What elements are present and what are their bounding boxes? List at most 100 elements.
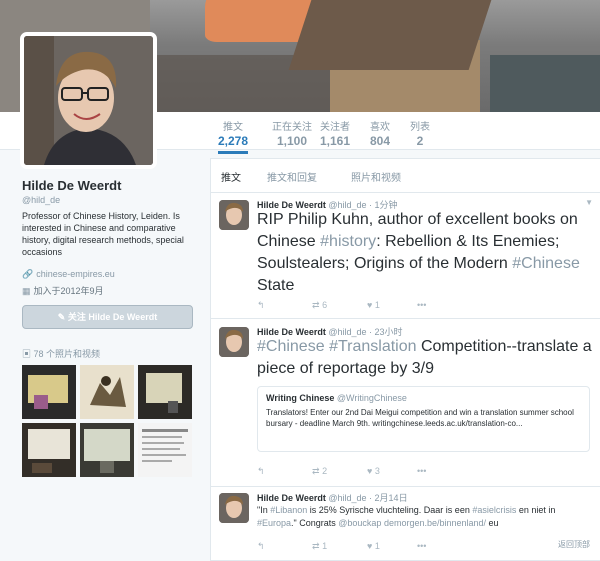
like-count: 1 [374, 541, 380, 551]
tweet-handle: @hild_de [328, 493, 367, 503]
url-link[interactable]: demorgen.be/binnenland/ [384, 518, 486, 528]
thumbnail-image [22, 365, 76, 419]
card-header: Writing Chinese @WritingChinese [266, 393, 581, 403]
heart-icon: ♥ [367, 541, 373, 551]
more-icon[interactable]: ••• [417, 466, 426, 476]
more-icon[interactable]: ••• [417, 541, 426, 551]
tweet-avatar[interactable] [219, 493, 249, 523]
stat-followers[interactable]: 关注者 1,161 [320, 118, 350, 148]
tweet-time[interactable]: 2月14日 [375, 493, 408, 503]
tweet-author[interactable]: Hilde De Weerdt [257, 493, 326, 503]
hashtag-link[interactable]: #Translation [329, 338, 416, 355]
thumbnail-image [22, 423, 76, 477]
photo-thumbnail[interactable] [22, 423, 76, 477]
reply-icon[interactable]: ↰ [257, 466, 265, 477]
photo-thumbnail[interactable] [22, 365, 76, 419]
retweet-count: 1 [322, 541, 328, 551]
stat-value: 804 [370, 134, 391, 148]
tweet-text-part: en niet in [516, 505, 556, 515]
banner-roof [288, 0, 492, 70]
stat-value: 1,161 [320, 134, 351, 148]
timeline: 推文 推文和回复 照片和视频 Hilde De Weerdt @hild_de … [210, 158, 600, 561]
profile-bio: Professor of Chinese History, Leiden. Is… [22, 211, 184, 257]
chevron-down-icon[interactable]: ▼ [585, 198, 593, 207]
tweet-text: #Chinese #Translation Competition--trans… [257, 336, 592, 380]
tweet[interactable]: Hilde De Weerdt @hild_de · 2月14日 "In #Li… [211, 487, 600, 560]
profile-handle: @hild_de [22, 195, 61, 205]
avatar-photo [219, 327, 249, 357]
hashtag-link[interactable]: #Libanon [270, 505, 307, 515]
like-count: 1 [374, 300, 380, 310]
stat-value: 2 [416, 134, 424, 148]
tweet-text: "In #Libanon is 25% Syrische vluchteling… [257, 504, 592, 530]
like-button[interactable]: ♥ 3 [367, 466, 380, 476]
stat-likes[interactable]: 喜欢 804 [370, 118, 390, 148]
tweet-text-part: "In [257, 505, 271, 515]
stat-label: 关注者 [320, 122, 351, 133]
joined-date: 加入于2012年9月 [33, 286, 104, 296]
tweet-text-part: is 25% Syrische vluchteling. Daar is een [307, 505, 473, 515]
reply-icon[interactable]: ↰ [257, 300, 265, 311]
avatar-photo [24, 36, 153, 165]
profile-name[interactable]: Hilde De Weerdt [22, 178, 121, 193]
heart-icon: ♥ [367, 300, 373, 310]
photos-videos-link[interactable]: ▣ 78 个照片和视频 [22, 347, 100, 360]
reply-icon[interactable]: ↰ [257, 541, 265, 552]
tab-tweets[interactable]: 推文 [221, 169, 241, 184]
thumbnail-image [138, 365, 192, 419]
stat-value: 2,278 [218, 134, 249, 148]
website-link[interactable]: chinese-empires.eu [36, 269, 115, 279]
stat-label: 列表 [410, 122, 430, 133]
back-to-top-link[interactable]: 返回顶部 [558, 539, 590, 550]
tweet-actions: ↰ ⇄ 1 ♥ 1 ••• [257, 541, 557, 555]
more-icon[interactable]: ••• [417, 300, 426, 310]
quoted-tweet-card[interactable]: Writing Chinese @WritingChinese Translat… [257, 386, 590, 452]
hashtag-link[interactable]: #asielcrisis [472, 505, 516, 515]
retweet-button[interactable]: ⇄ 2 [312, 466, 327, 477]
tweet[interactable]: Hilde De Weerdt @hild_de · 1分钟 ▼ RIP Phi… [211, 194, 600, 319]
tweet-actions: ↰ ⇄ 6 ♥ 1 ••• [257, 300, 557, 314]
like-button[interactable]: ♥ 1 [367, 541, 380, 551]
thumbnail-image [138, 423, 192, 477]
tweet-text: RIP Philip Kuhn, author of excellent boo… [257, 209, 592, 297]
retweet-button[interactable]: ⇄ 1 [312, 541, 327, 552]
thumbnail-image [80, 423, 134, 477]
banner-roof-right [490, 55, 600, 112]
retweet-button[interactable]: ⇄ 6 [312, 300, 327, 311]
stat-label: 推文 [223, 122, 244, 133]
photo-thumbnail[interactable] [138, 365, 192, 419]
stat-tweets[interactable]: 推文 2,278 [218, 118, 249, 154]
stat-following[interactable]: 正在关注 1,100 [272, 118, 312, 148]
tweet-avatar[interactable] [219, 200, 249, 230]
tab-tweets-replies[interactable]: 推文和回复 [267, 169, 317, 184]
follow-button[interactable]: ✎ 关注 Hilde De Weerdt [22, 305, 193, 329]
hashtag-link[interactable]: #Chinese [257, 338, 325, 355]
tweet-avatar[interactable] [219, 327, 249, 357]
photo-thumbnail[interactable] [80, 365, 134, 419]
retweet-icon: ⇄ [312, 300, 320, 310]
tweet-actions: ↰ ⇄ 2 ♥ 3 ••• [257, 466, 557, 480]
photos-label: 78 个照片和视频 [33, 349, 101, 359]
card-handle: @WritingChinese [336, 393, 407, 403]
tweet-text-part: State [257, 277, 295, 294]
thumbnail-image [80, 365, 134, 419]
hashtag-link[interactable]: #Europa [257, 518, 291, 528]
stat-value: 1,100 [276, 134, 308, 148]
mention-link[interactable]: @bouckap [338, 518, 381, 528]
photo-thumbnail[interactable] [138, 423, 192, 477]
profile-avatar[interactable] [20, 32, 157, 169]
timeline-tabs: 推文 推文和回复 照片和视频 [211, 159, 600, 193]
stat-lists[interactable]: 列表 2 [410, 118, 430, 148]
follow-label: 关注 Hilde De Weerdt [67, 312, 158, 322]
hashtag-link[interactable]: #Chinese [512, 255, 580, 272]
tweet[interactable]: Hilde De Weerdt @hild_de · 23小时 #Chinese… [211, 319, 600, 487]
profile-website[interactable]: 🔗 chinese-empires.eu [22, 269, 115, 280]
tweet-text-part: eu [486, 518, 499, 528]
hashtag-link[interactable]: #history [320, 233, 376, 250]
photo-thumbnail[interactable] [80, 423, 134, 477]
retweet-count: 2 [322, 466, 328, 476]
like-button[interactable]: ♥ 1 [367, 300, 380, 310]
avatar-photo [219, 493, 249, 523]
stat-label: 正在关注 [272, 122, 312, 133]
tab-media[interactable]: 照片和视频 [351, 169, 401, 184]
